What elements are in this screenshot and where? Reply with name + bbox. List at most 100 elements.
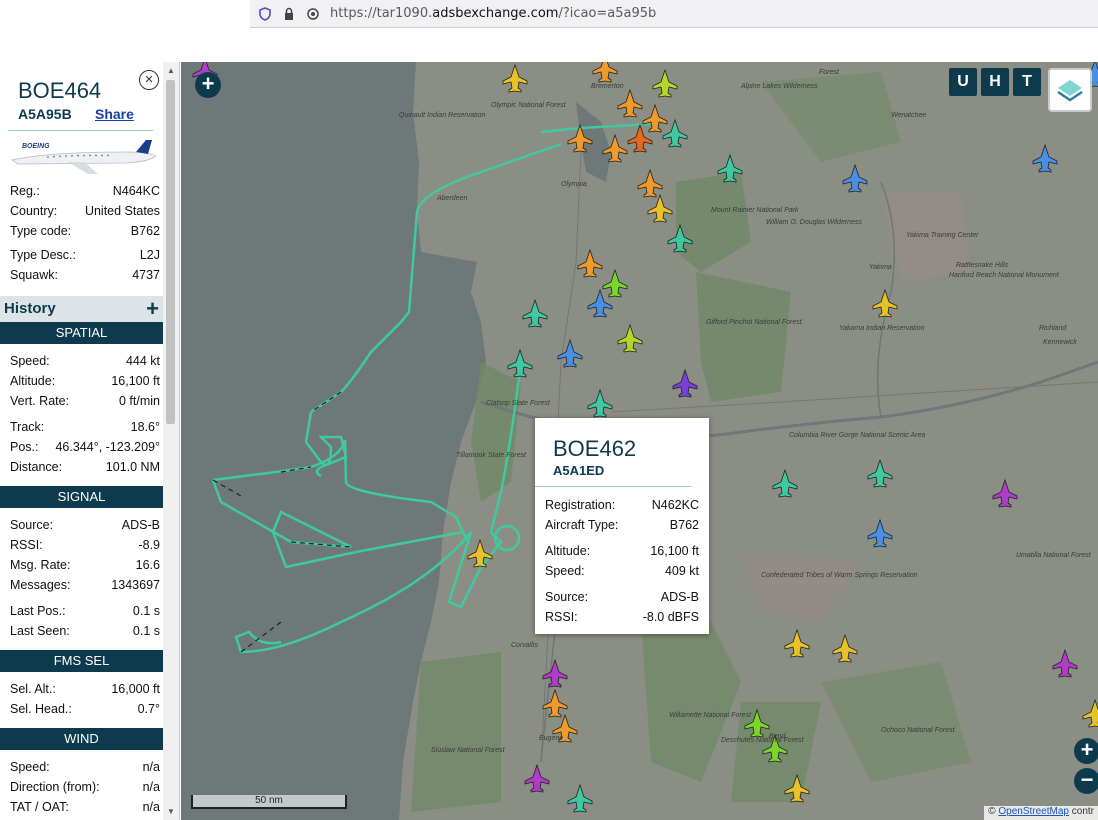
layers-icon bbox=[1057, 80, 1083, 102]
place-label: Gifford Pinchot National Forest bbox=[706, 319, 803, 326]
spatial-row: Speed: 444 kt bbox=[10, 354, 160, 368]
spatial-row: Pos.: 46.344°, -123.209° bbox=[10, 440, 160, 454]
place-label: Willamette National Forest bbox=[669, 712, 752, 719]
aircraft-info-panel: BOE464 A5A95B Share × BOEING Reg.: N464KC… bbox=[0, 62, 180, 820]
place-label: Yakama Indian Reservation bbox=[839, 325, 925, 332]
history-header[interactable]: History + bbox=[0, 296, 163, 322]
section-wind: WIND bbox=[0, 728, 163, 750]
info-row: Type code: B762 bbox=[10, 224, 160, 238]
signal-row: Source: ADS-B bbox=[10, 518, 160, 532]
section-signal: SIGNAL bbox=[0, 486, 163, 508]
place-label: Forest bbox=[819, 69, 840, 76]
popup-row: RSSI: -8.0 dBFS bbox=[545, 610, 699, 624]
place-label: Bremerton bbox=[591, 83, 624, 90]
history-add-icon[interactable]: + bbox=[146, 296, 159, 322]
scroll-up-icon[interactable]: ▲ bbox=[167, 66, 175, 75]
popup-row: Aircraft Type: B762 bbox=[545, 518, 699, 532]
place-label: Kennewick bbox=[1043, 339, 1077, 346]
place-label: Mount Rainier National Park bbox=[711, 207, 799, 214]
place-label: Deschutes National Forest bbox=[721, 737, 805, 744]
url-text: https://tar1090.adsbexchange.com/?icao=a… bbox=[330, 6, 657, 21]
scroll-down-icon[interactable]: ▼ bbox=[167, 807, 175, 816]
zoom-in-button[interactable]: + bbox=[1074, 738, 1098, 764]
forest-area bbox=[411, 652, 501, 812]
place-label: Wenatchee bbox=[891, 112, 926, 119]
place-label: Eugene bbox=[539, 735, 563, 742]
popup-row: Source: ADS-B bbox=[545, 590, 699, 604]
place-label: Quinault Indian Reservation bbox=[399, 112, 485, 119]
place-label: Richland bbox=[1039, 325, 1067, 332]
layers-button[interactable] bbox=[1048, 68, 1092, 112]
map-view[interactable]: Bremerton Olympic National Forest Quinau… bbox=[181, 62, 1098, 820]
place-label: Corvallis bbox=[511, 642, 538, 649]
place-label: Siuslaw National Forest bbox=[431, 747, 506, 754]
spatial-row: Track: 18.6° bbox=[10, 420, 160, 434]
place-label: Umatilla National Forest bbox=[1016, 552, 1092, 559]
place-label: Ochoco National Forest bbox=[881, 727, 956, 734]
place-label: Hanford Reach National Monument bbox=[949, 272, 1060, 279]
place-label: Olympic National Forest bbox=[491, 102, 567, 109]
place-label: Yakima Training Center bbox=[906, 232, 979, 239]
zoom-out-button[interactable]: − bbox=[1074, 768, 1098, 794]
aircraft-popup: BOE462 A5A1ED Registration: N462KC Aircra… bbox=[535, 418, 709, 634]
info-row: Type Desc.: L2J bbox=[10, 248, 160, 262]
sidebar-scrollbar[interactable]: ▲ ▼ bbox=[163, 62, 179, 820]
selected-callsign: BOE464 bbox=[18, 78, 102, 103]
wind-row: Direction (from): n/a bbox=[10, 780, 160, 794]
divider bbox=[535, 486, 691, 487]
place-label: Rattlesnake Hills bbox=[956, 262, 1009, 269]
wind-row: Speed: n/a bbox=[10, 760, 160, 774]
button-h[interactable]: H bbox=[981, 68, 1009, 96]
fms-row: Sel. Head.: 0.7° bbox=[10, 702, 160, 716]
signal-row: Last Seen: 0.1 s bbox=[10, 624, 160, 638]
lock-icon bbox=[285, 7, 293, 20]
map-attribution: © OpenStreetMap contr bbox=[984, 806, 1098, 820]
sidebar-toggle-button[interactable]: + bbox=[195, 72, 221, 98]
popup-row: Altitude: 16,100 ft bbox=[545, 544, 699, 558]
section-fms: FMS SEL bbox=[0, 650, 163, 672]
place-label: Aberdeen bbox=[436, 195, 467, 202]
popup-row: Speed: 409 kt bbox=[545, 564, 699, 578]
place-label: Confederated Tribes of Warm Springs Rese… bbox=[761, 572, 918, 579]
place-label: Bend bbox=[769, 733, 786, 740]
place-label: Clatsop State Forest bbox=[486, 400, 551, 407]
place-label: Alpine Lakes Wilderness bbox=[740, 83, 818, 90]
place-label: Olympia bbox=[561, 181, 587, 188]
place-label: Yakima bbox=[869, 264, 892, 271]
selected-hex: A5A95B bbox=[18, 106, 72, 122]
scale-bar: 50 nm bbox=[191, 795, 347, 809]
close-icon[interactable]: × bbox=[139, 70, 159, 90]
scrollbar-thumb[interactable] bbox=[166, 80, 175, 424]
signal-row: RSSI: -8.9 bbox=[10, 538, 160, 552]
tracking-protection-icon bbox=[307, 7, 319, 20]
button-u[interactable]: U bbox=[949, 68, 977, 96]
signal-row: Msg. Rate: 16.6 bbox=[10, 558, 160, 572]
spatial-row: Vert. Rate: 0 ft/min bbox=[10, 394, 160, 408]
button-t[interactable]: T bbox=[1013, 68, 1041, 96]
signal-row: Messages: 1343697 bbox=[10, 578, 160, 592]
attribution-link[interactable]: OpenStreetMap bbox=[998, 806, 1069, 817]
popup-hex: A5A1ED bbox=[553, 463, 605, 478]
divider bbox=[8, 130, 153, 131]
history-label: History bbox=[4, 300, 56, 317]
forest-area bbox=[696, 272, 791, 402]
info-row: Reg.: N464KC bbox=[10, 184, 160, 198]
airline-logo: BOEING bbox=[8, 138, 158, 176]
fms-row: Sel. Alt.: 16,000 ft bbox=[10, 682, 160, 696]
popup-callsign: BOE462 bbox=[553, 436, 637, 461]
address-bar[interactable]: https://tar1090.adsbexchange.com/?icao=a… bbox=[250, 0, 1098, 28]
place-label: Tillamook State Forest bbox=[456, 452, 527, 459]
section-spatial: SPATIAL bbox=[0, 322, 163, 344]
shield-icon bbox=[259, 6, 271, 21]
spatial-row: Altitude: 16,100 ft bbox=[10, 374, 160, 388]
flight-track-gap bbox=[212, 391, 352, 653]
wind-row: TAT / OAT: n/a bbox=[10, 800, 160, 814]
info-row: Squawk: 4737 bbox=[10, 268, 160, 282]
place-label: Columbia River Gorge National Scenic Are… bbox=[789, 432, 925, 439]
info-row: Country: United States bbox=[10, 204, 160, 218]
popup-row: Registration: N462KC bbox=[545, 498, 699, 512]
share-link[interactable]: Share bbox=[95, 106, 134, 122]
signal-row: Last Pos.: 0.1 s bbox=[10, 604, 160, 618]
place-label: William O. Douglas Wilderness bbox=[766, 219, 862, 226]
svg-text:BOEING: BOEING bbox=[22, 143, 50, 150]
